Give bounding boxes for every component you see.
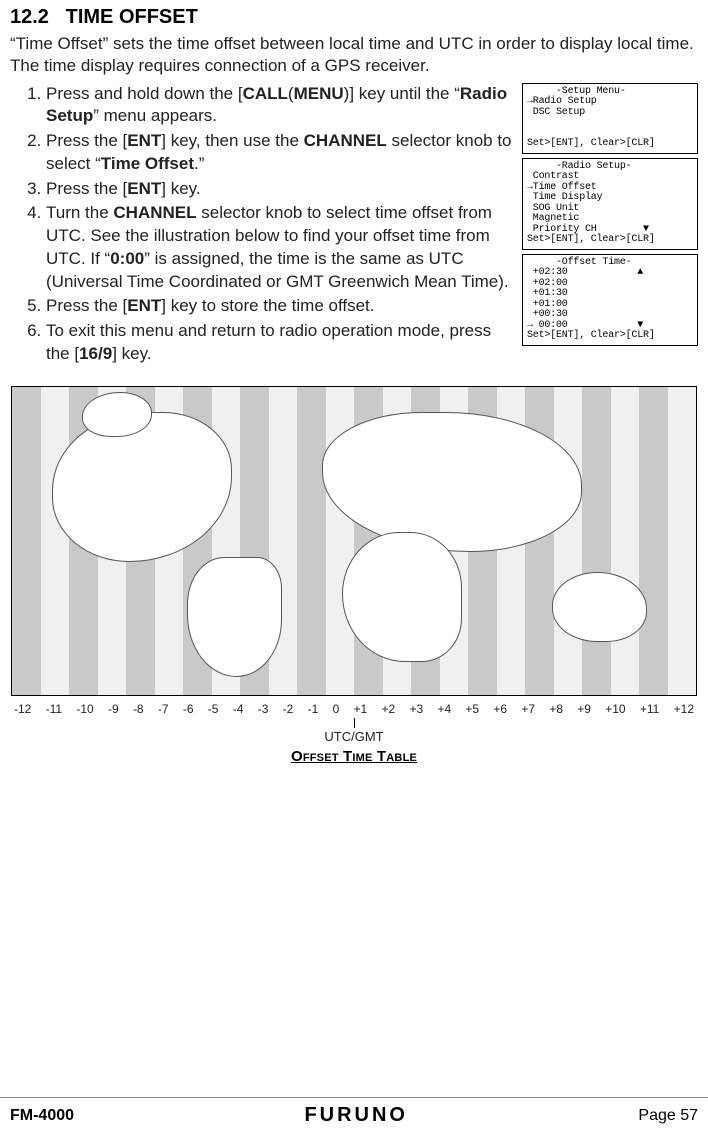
text: ” menu appears. (93, 106, 217, 125)
text: Press the [ (46, 131, 127, 150)
step-2: Press the [ENT] key, then use the CHANNE… (46, 130, 514, 176)
axis-tick: +10 (605, 702, 625, 716)
text: ] key. (112, 344, 151, 363)
menu-time-offset: Time Offset (101, 154, 194, 173)
axis-tick: -3 (258, 702, 269, 716)
map-continents (12, 387, 696, 695)
step-1: Press and hold down the [CALL(MENU)] key… (46, 83, 514, 129)
key-call: CALL (243, 84, 288, 103)
axis-tick: +6 (493, 702, 507, 716)
axis-tick: +11 (640, 702, 659, 716)
steps-column: Press and hold down the [CALL(MENU)] key… (10, 83, 514, 368)
offset-time-map (11, 386, 697, 696)
axis-tick: +5 (465, 702, 479, 716)
knob-channel: CHANNEL (304, 131, 387, 150)
section-heading: 12.2 TIME OFFSET (10, 6, 698, 29)
step-5: Press the [ENT] key to store the time of… (46, 295, 514, 318)
axis-tick: -12 (14, 702, 31, 716)
text: Press the [ (46, 179, 127, 198)
text: Press the [ (46, 296, 127, 315)
key-menu: MENU (294, 84, 344, 103)
section-title-text: TIME OFFSET (66, 6, 198, 28)
steps-list: Press and hold down the [CALL(MENU)] key… (24, 83, 514, 366)
axis-tick: -11 (46, 702, 62, 716)
axis-tick: +7 (521, 702, 535, 716)
text: ] key to store the time offset. (161, 296, 374, 315)
axis-tick: +1 (354, 702, 368, 716)
axis-tick: -4 (233, 702, 244, 716)
text: ] key, then use the (161, 131, 303, 150)
page-footer: FM-4000 FURUNO Page 57 (0, 1097, 708, 1127)
axis-tick: 0 (333, 702, 340, 716)
axis-tick: +8 (549, 702, 563, 716)
map-caption: Offset Time Table (10, 748, 698, 765)
axis-tick: -7 (158, 702, 169, 716)
axis-tick: -2 (283, 702, 294, 716)
text: Turn the (46, 203, 113, 222)
key-16-9: 16/9 (79, 344, 112, 363)
axis-tick: -8 (133, 702, 144, 716)
step-3: Press the [ENT] key. (46, 178, 514, 201)
axis-tick: +4 (437, 702, 451, 716)
timezone-axis: -12 -11 -10 -9 -8 -7 -6 -5 -4 -3 -2 -1 0… (10, 702, 698, 716)
key-ent: ENT (127, 179, 161, 198)
lcd-radio-setup: -Radio Setup- Contrast →Time Offset Time… (522, 158, 698, 250)
knob-channel: CHANNEL (113, 203, 196, 222)
text: ] key until the “ (349, 84, 460, 103)
axis-tick: +2 (382, 702, 396, 716)
axis-tick: -5 (208, 702, 219, 716)
axis-tick: -6 (183, 702, 194, 716)
body-row: Press and hold down the [CALL(MENU)] key… (10, 83, 698, 368)
axis-tick: +12 (674, 702, 694, 716)
text: ] key. (161, 179, 200, 198)
intro-paragraph: “Time Offset” sets the time offset betwe… (10, 33, 698, 77)
step-6: To exit this menu and return to radio op… (46, 320, 514, 366)
footer-page-number: Page 57 (638, 1107, 698, 1125)
axis-tick: -9 (108, 702, 119, 716)
footer-brand-logo: FURUNO (304, 1104, 408, 1127)
lcd-offset-time: -Offset Time- +02:30 ▲ +02:00 +01:30 +01… (522, 254, 698, 346)
text: Press and hold down the [ (46, 84, 243, 103)
axis-tick: -10 (76, 702, 93, 716)
axis-tick: +9 (577, 702, 591, 716)
lcd-screens-column: -Setup Menu- →Radio Setup DSC Setup Set>… (522, 83, 698, 368)
section-number: 12.2 (10, 6, 49, 28)
utc-label: UTC/GMT (324, 729, 383, 744)
key-ent: ENT (127, 296, 161, 315)
utc-gmt-marker: UTC/GMT (10, 718, 698, 744)
footer-model: FM-4000 (10, 1107, 74, 1125)
key-ent: ENT (127, 131, 161, 150)
value-zero: 0:00 (110, 249, 144, 268)
axis-tick: +3 (409, 702, 423, 716)
step-4: Turn the CHANNEL selector knob to select… (46, 202, 514, 293)
text: .” (194, 154, 204, 173)
manual-page: 12.2 TIME OFFSET “Time Offset” sets the … (0, 0, 708, 1133)
lcd-setup-menu: -Setup Menu- →Radio Setup DSC Setup Set>… (522, 83, 698, 154)
axis-tick: -1 (308, 702, 319, 716)
